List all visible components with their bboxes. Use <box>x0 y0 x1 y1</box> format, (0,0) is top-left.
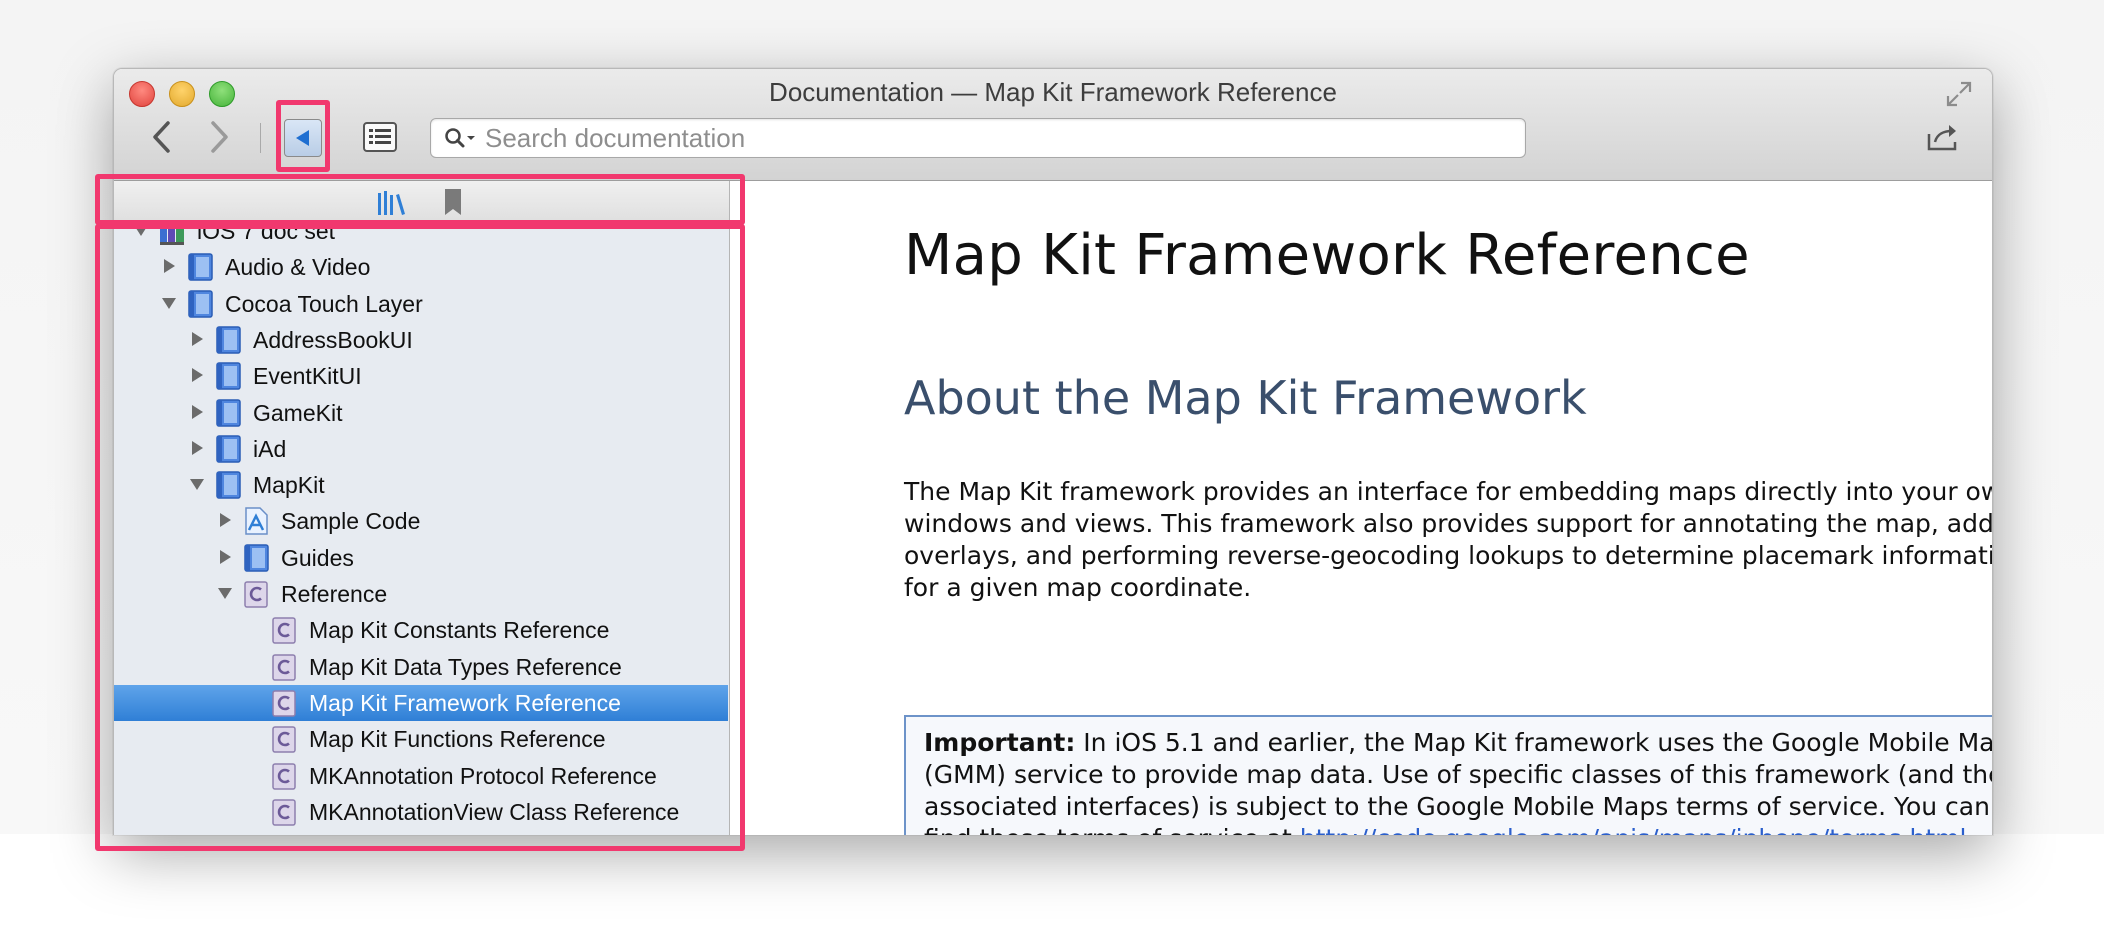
share-button[interactable] <box>1924 119 1962 155</box>
section-heading: About the Map Kit Framework <box>904 371 1587 425</box>
highlight-navigator-tabs <box>95 174 745 225</box>
document-title: Map Kit Framework Reference <box>904 223 1750 288</box>
important-label: Important: <box>924 728 1076 757</box>
toolbar-divider <box>260 123 261 153</box>
document-content: Map Kit Framework Reference About the Ma… <box>730 181 1992 835</box>
terms-link[interactable]: http://code.google.com/apis/maps/iphone/… <box>1300 824 1967 835</box>
highlight-navigator-toggle <box>276 100 330 172</box>
forward-button[interactable] <box>199 117 239 157</box>
important-note: Important: In iOS 5.1 and earlier, the M… <box>904 715 1993 835</box>
important-end: . <box>1966 824 1974 835</box>
window-title: Documentation — Map Kit Framework Refere… <box>769 77 1337 107</box>
important-text: In iOS 5.1 and earlier, the Map Kit fram… <box>924 728 1993 835</box>
titlebar: Documentation — Map Kit Framework Refere… <box>114 69 1992 181</box>
search-input[interactable] <box>483 121 1517 155</box>
intro-paragraph: The Map Kit framework provides an interf… <box>904 477 1993 602</box>
fullscreen-icon[interactable] <box>1944 79 1974 109</box>
highlight-doc-tree <box>95 224 745 851</box>
search-icon[interactable] <box>444 127 478 149</box>
search-field[interactable] <box>430 118 1526 158</box>
table-of-contents-button[interactable] <box>361 119 399 155</box>
back-button[interactable] <box>142 117 182 157</box>
